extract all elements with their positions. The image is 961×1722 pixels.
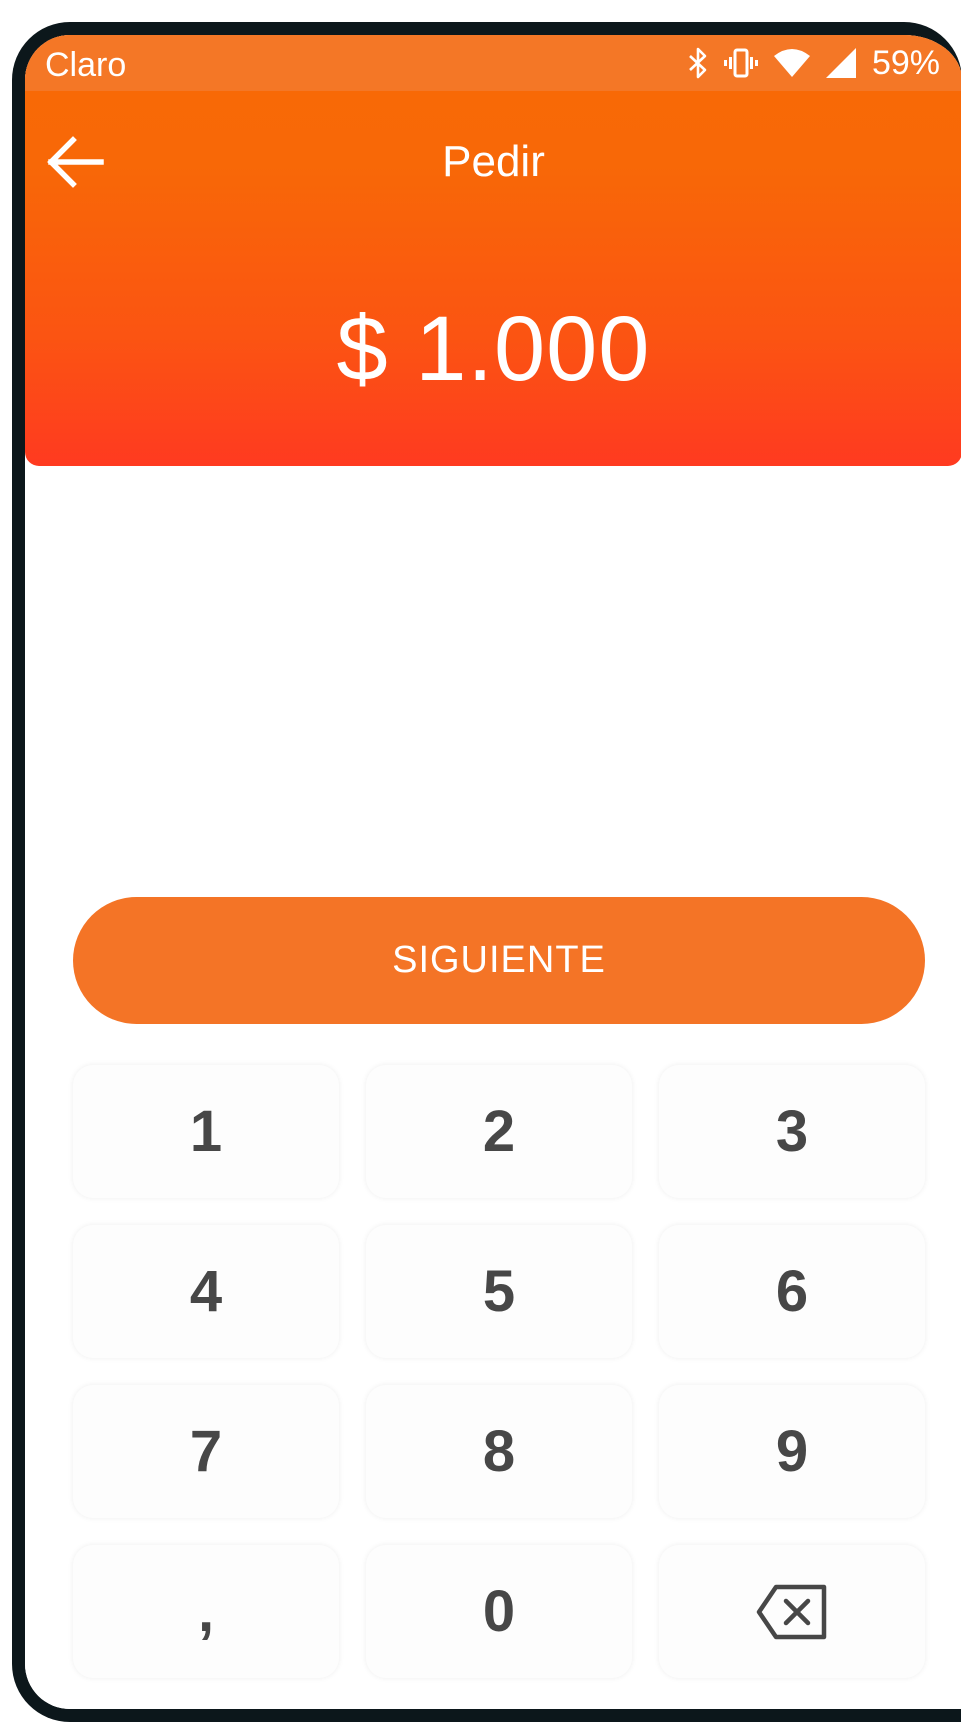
bluetooth-icon <box>688 47 708 79</box>
key-4[interactable]: 4 <box>73 1225 339 1358</box>
backspace-key[interactable] <box>659 1545 925 1678</box>
signal-icon <box>825 48 856 78</box>
header: Claro 59% Pedir $ 1.000 <box>25 35 961 466</box>
wifi-icon <box>773 48 810 78</box>
key-2[interactable]: 2 <box>366 1065 632 1198</box>
numeric-keypad: 1 2 3 4 5 6 7 8 9 , 0 <box>73 1065 926 1678</box>
key-9[interactable]: 9 <box>659 1385 925 1518</box>
status-icons: 59% <box>688 43 940 82</box>
key-comma[interactable]: , <box>73 1545 339 1678</box>
key-8[interactable]: 8 <box>366 1385 632 1518</box>
backspace-icon <box>756 1584 828 1640</box>
next-button[interactable]: SIGUIENTE <box>73 897 925 1024</box>
key-3[interactable]: 3 <box>659 1065 925 1198</box>
key-6[interactable]: 6 <box>659 1225 925 1358</box>
vibrate-icon <box>723 47 758 79</box>
app-screen: Claro 59% Pedir $ 1.000 SIGUIENTE 1 2 3 … <box>25 35 961 1709</box>
carrier-label: Claro <box>45 46 127 84</box>
amount-display: $ 1.000 <box>336 298 651 400</box>
key-1[interactable]: 1 <box>73 1065 339 1198</box>
key-0[interactable]: 0 <box>366 1545 632 1678</box>
key-7[interactable]: 7 <box>73 1385 339 1518</box>
device-frame: Claro 59% Pedir $ 1.000 SIGUIENTE 1 2 3 … <box>12 22 961 1722</box>
page-title: Pedir <box>442 137 545 186</box>
battery-level: 59% <box>871 43 940 82</box>
status-bar: Claro 59% <box>25 35 961 91</box>
key-5[interactable]: 5 <box>366 1225 632 1358</box>
